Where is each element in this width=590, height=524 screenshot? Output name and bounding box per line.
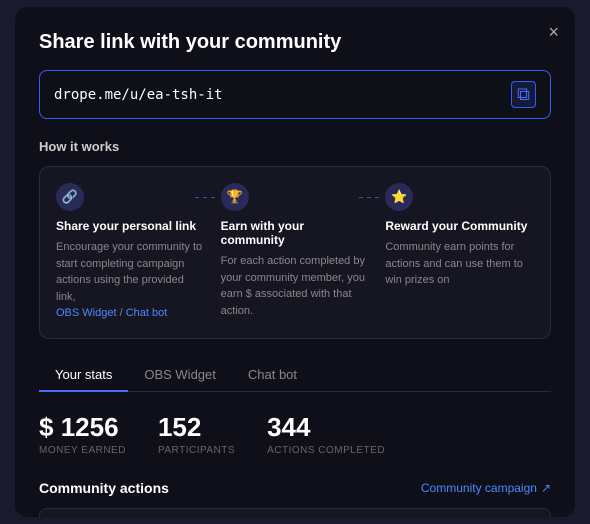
step-reward-desc: Community earn points for actions and ca…: [385, 239, 534, 289]
share-modal: × Share link with your community drope.m…: [15, 7, 575, 517]
step-share-icon: 🔗: [56, 183, 84, 211]
stat-actions-value: 344: [267, 412, 385, 443]
community-campaign-link[interactable]: Community campaign ↗: [421, 481, 551, 495]
obs-widget-link[interactable]: OBS Widget: [56, 307, 117, 319]
modal-title: Share link with your community: [39, 31, 551, 54]
stat-money-label: MONEY EARNED: [39, 445, 126, 456]
chat-bot-link[interactable]: Chat bot: [126, 307, 168, 319]
step-earn-title: Earn with your community: [221, 219, 370, 247]
tab-obs-widget[interactable]: OBS Widget: [128, 359, 232, 392]
action-row-0: V Build 10 kingdoms in game 24 participa…: [39, 508, 551, 518]
stat-actions: 344 ACTIONS COMPLETED: [267, 412, 385, 456]
stat-participants: 152 PARTICIPANTS: [158, 412, 235, 456]
stat-actions-label: ACTIONS COMPLETED: [267, 445, 385, 456]
stat-participants-label: PARTICIPANTS: [158, 445, 235, 456]
community-header: Community actions Community campaign ↗: [39, 480, 551, 496]
step-share-desc: Encourage your community to start comple…: [56, 239, 205, 322]
step-earn: 🏆 Earn with your community For each acti…: [221, 183, 370, 322]
community-section-title: Community actions: [39, 480, 169, 496]
link-box: drope.me/u/ea-tsh-it ⧉: [39, 70, 551, 119]
share-link: drope.me/u/ea-tsh-it: [54, 87, 503, 103]
how-it-works-label: How it works: [39, 139, 551, 154]
step-earn-icon: 🏆: [221, 183, 249, 211]
stat-money: $ 1256 MONEY EARNED: [39, 412, 126, 456]
step-reward-icon: ⭐: [385, 183, 413, 211]
tabs-bar: Your stats OBS Widget Chat bot: [39, 359, 551, 392]
stat-participants-value: 152: [158, 412, 235, 443]
tab-your-stats[interactable]: Your stats: [39, 359, 128, 392]
step-earn-desc: For each action completed by your commun…: [221, 253, 370, 319]
how-it-works-panel: 🔗 Share your personal link Encourage you…: [39, 166, 551, 339]
close-button[interactable]: ×: [548, 23, 559, 41]
step-reward: ⭐ Reward your Community Community earn p…: [385, 183, 534, 322]
stats-row: $ 1256 MONEY EARNED 152 PARTICIPANTS 344…: [39, 412, 551, 456]
tab-chat-bot[interactable]: Chat bot: [232, 359, 313, 392]
step-share-title: Share your personal link: [56, 219, 205, 233]
step-reward-title: Reward your Community: [385, 219, 534, 233]
copy-icon[interactable]: ⧉: [511, 81, 536, 108]
step-share: 🔗 Share your personal link Encourage you…: [56, 183, 205, 322]
stat-money-value: $ 1256: [39, 412, 126, 443]
